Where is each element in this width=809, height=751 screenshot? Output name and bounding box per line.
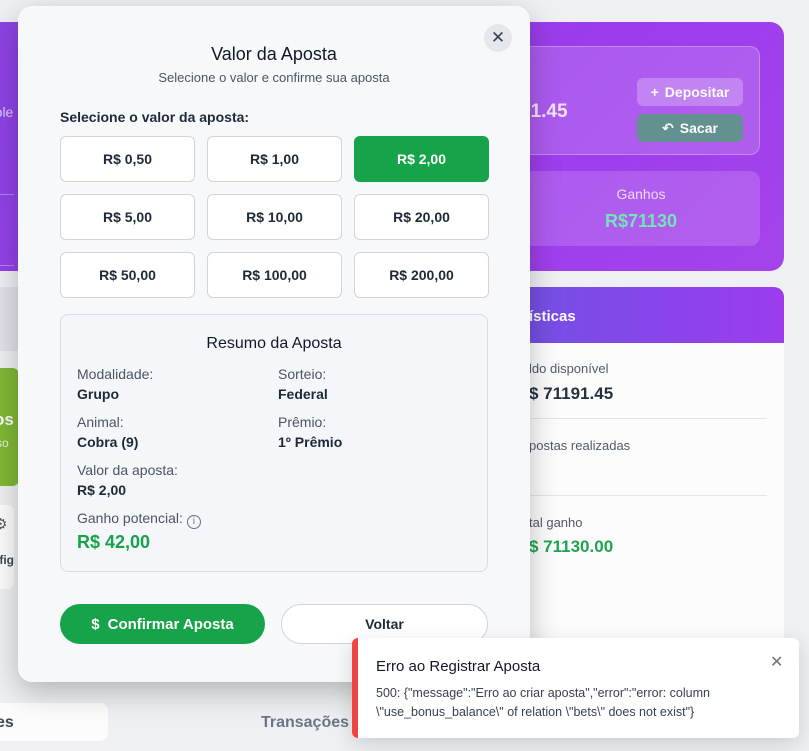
amount-button[interactable]: R$ 0,50 [60,136,195,182]
modality-value: Grupo [77,386,119,402]
bet-amount-value: R$ 2,00 [77,482,127,498]
modal-subtitle: Selecione o valor e confirme sua aposta [158,70,390,85]
bet-amount-modal: ✕ Valor da Aposta Selecione o valor e co… [18,6,530,682]
amount-button[interactable]: R$ 10,00 [207,194,342,240]
confirm-bet-button[interactable]: $ Confirmar Aposta [60,604,265,644]
bet-summary: Resumo da Aposta Modalidade: Grupo Sorte… [60,314,488,572]
dollar-icon: $ [91,615,100,633]
bet-amount-label: Valor da aposta: [77,462,178,478]
amount-button[interactable]: R$ 1,00 [207,136,342,182]
close-icon[interactable]: ✕ [770,652,783,672]
toast-message: 500: {"message":"Erro ao criar aposta","… [376,686,710,719]
select-amount-label: Selecione o valor da aposta: [60,109,250,125]
info-icon[interactable]: i [186,514,201,529]
prize-value: 1º Prêmio [278,434,343,450]
amount-options: R$ 0,50 R$ 1,00 R$ 2,00 R$ 5,00 R$ 10,00… [60,136,489,298]
modality-label: Modalidade: [77,366,154,382]
draw-value: Federal [278,386,328,402]
toast-title: Erro ao Registrar Aposta [376,658,541,675]
animal-label: Animal: [77,414,124,430]
prize-label: Prêmio: [278,414,327,430]
amount-button[interactable]: R$ 100,00 [207,252,342,298]
confirm-bet-label: Confirmar Aposta [107,615,234,633]
modal-title: Valor da Aposta [211,44,337,64]
amount-button-selected[interactable]: R$ 2,00 [354,136,489,182]
potential-gain-label: Ganho potencial: i [77,510,201,529]
draw-label: Sorteio: [278,366,327,382]
amount-button[interactable]: R$ 50,00 [60,252,195,298]
amount-button[interactable]: R$ 20,00 [354,194,489,240]
potential-gain-value: R$ 42,00 [77,532,151,552]
amount-button[interactable]: R$ 200,00 [354,252,489,298]
error-toast: Erro ao Registrar Aposta 500: {"message"… [352,638,799,738]
animal-value: Cobra (9) [77,434,139,450]
amount-button[interactable]: R$ 5,00 [60,194,195,240]
summary-title: Resumo da Aposta [206,335,342,352]
potential-gain-text: Ganho potencial: [77,510,183,526]
